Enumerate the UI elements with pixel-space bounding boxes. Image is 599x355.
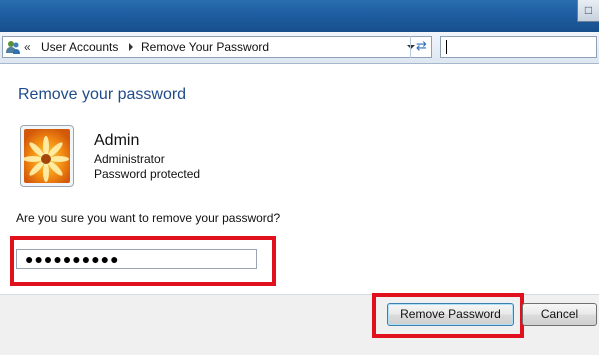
user-name: Admin [94, 132, 140, 149]
search-input[interactable] [440, 36, 597, 58]
refresh-button[interactable]: ⇄ [410, 36, 432, 58]
flower-picture-icon [23, 129, 70, 183]
remove-password-button[interactable]: Remove Password [387, 303, 514, 326]
user-avatar [20, 125, 74, 187]
user-accounts-icon [5, 39, 21, 55]
breadcrumb-arrow-icon[interactable] [129, 43, 133, 51]
breadcrumb-remove-your-password[interactable]: Remove Your Password [141, 38, 269, 56]
password-mask: ●●●●●●●●●● [25, 251, 120, 267]
overflow-chevron-icon[interactable]: « [24, 38, 31, 56]
text-caret [446, 40, 447, 54]
user-role: Administrator [94, 152, 165, 166]
page-title: Remove your password [18, 86, 187, 103]
user-password-status: Password protected [94, 167, 201, 181]
breadcrumb-user-accounts[interactable]: User Accounts [41, 38, 118, 56]
maximize-button[interactable]: □ [577, 0, 599, 22]
window-title-bar: □ [0, 0, 599, 33]
address-bar[interactable]: « User Accounts Remove Your Password [2, 36, 432, 58]
current-password-field[interactable]: ●●●●●●●●●● [16, 249, 257, 269]
confirm-question: Are you sure you want to remove your pas… [16, 211, 281, 225]
cancel-button[interactable]: Cancel [522, 303, 597, 326]
navigation-toolbar: « User Accounts Remove Your Password ⇄ [0, 32, 599, 64]
